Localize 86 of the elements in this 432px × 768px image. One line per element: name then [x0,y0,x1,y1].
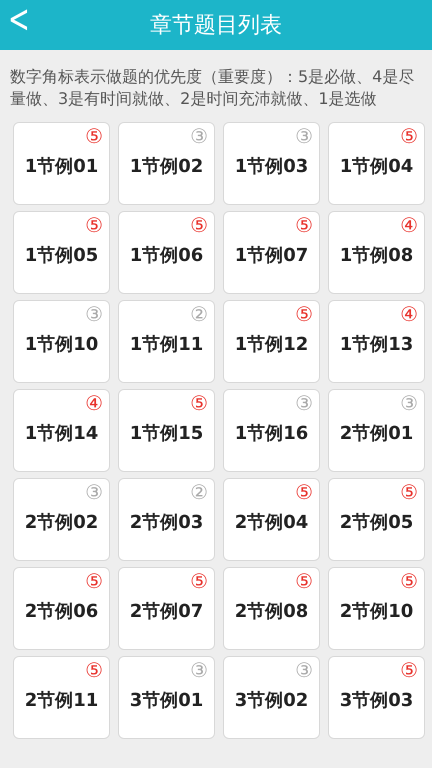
example-card[interactable]: ④ 1节例13 [328,300,425,383]
card-label: 1节例14 [24,422,98,444]
example-card[interactable]: ③ 1节例02 [118,122,215,205]
example-card[interactable]: ⑤ 3节例03 [328,656,425,739]
priority-number: ⑤ [190,214,208,236]
card-label: 2节例07 [130,600,204,622]
example-card[interactable]: ③ 2节例01 [328,389,425,472]
card-label: 1节例16 [234,422,308,444]
example-card[interactable]: ⑤ 2节例11 [13,656,110,739]
priority-number: ④ [85,392,103,414]
card-label: 2节例11 [24,688,98,712]
example-card[interactable]: ② 2节例03 [118,478,215,561]
priority-number: ③ [295,125,313,147]
card-label: 2节例06 [24,600,98,622]
card-label: 2节例05 [340,510,414,534]
example-card[interactable]: ③ 2节例02 [13,478,110,561]
card-label: 2节例04 [234,510,308,534]
example-card[interactable]: ⑤ 1节例06 [118,211,215,294]
example-card[interactable]: ⑤ 1节例01 [13,122,110,205]
card-label: 1节例01 [24,154,98,178]
page-title: 章节题目列表 [150,12,282,40]
priority-number: ④ [400,303,418,325]
priority-number: ③ [400,392,418,414]
card-label: 2节例01 [340,422,414,444]
example-card[interactable]: ⑤ 1节例15 [118,389,215,472]
priority-number: ⑤ [190,570,208,592]
priority-number: ③ [295,392,313,414]
card-label: 2节例02 [24,510,98,534]
card-label: 1节例10 [24,332,98,356]
card-label: 1节例03 [234,154,308,178]
priority-number: ⑤ [190,392,208,414]
card-label: 1节例08 [340,244,414,266]
priority-number: ③ [295,659,313,681]
example-card[interactable]: ③ 1节例03 [223,122,320,205]
example-card[interactable]: ③ 1节例16 [223,389,320,472]
priority-number: ⑤ [400,659,418,681]
example-card[interactable]: ⑤ 1节例12 [223,300,320,383]
priority-number: ⑤ [295,481,313,503]
card-label: 1节例05 [24,244,98,266]
example-card[interactable]: ③ 3节例01 [118,656,215,739]
example-card[interactable]: ③ 1节例10 [13,300,110,383]
card-label: 2节例03 [130,510,204,534]
example-card[interactable]: ⑤ 2节例10 [328,567,425,650]
example-card[interactable]: ③ 3节例02 [223,656,320,739]
priority-notice: 数字角标表示做题的优先度（重要度）：5是必做、4是尽量做、3是有时间就做、2是时间充沛就做、1是选做 [9,66,416,110]
priority-number: ② [190,303,208,325]
example-card[interactable]: ⑤ 1节例07 [223,211,320,294]
priority-number: ③ [85,303,103,325]
example-card[interactable]: ⑤ 2节例05 [328,478,425,561]
priority-number: ④ [400,214,418,236]
example-card[interactable]: ④ 1节例14 [13,389,110,472]
example-card[interactable]: ② 1节例11 [118,300,215,383]
card-label: 3节例01 [130,688,204,712]
priority-number: ③ [190,659,208,681]
priority-number: ⑤ [295,303,313,325]
example-card[interactable]: ⑤ 2节例07 [118,567,215,650]
priority-number: ⑤ [85,570,103,592]
example-card[interactable]: ⑤ 1节例05 [13,211,110,294]
example-card[interactable]: ⑤ 2节例04 [223,478,320,561]
card-label: 2节例08 [234,600,308,622]
example-card[interactable]: ⑤ 2节例06 [13,567,110,650]
card-label: 1节例06 [130,244,204,266]
example-card[interactable]: ⑤ 2节例08 [223,567,320,650]
priority-number: ② [190,481,208,503]
priority-number: ⑤ [400,481,418,503]
priority-number: ⑤ [85,125,103,147]
priority-number: ⑤ [295,214,313,236]
card-label: 1节例13 [340,332,414,356]
priority-number: ⑤ [85,659,103,681]
card-label: 3节例02 [234,688,308,712]
priority-number: ⑤ [85,214,103,236]
card-label: 3节例03 [340,688,414,712]
card-label: 1节例02 [130,154,204,178]
priority-number: ⑤ [295,570,313,592]
card-label: 1节例07 [234,244,308,266]
priority-number: ③ [190,125,208,147]
card-label: 1节例11 [130,332,204,356]
card-label: 1节例12 [234,332,308,356]
priority-number: ⑤ [400,570,418,592]
example-card[interactable]: ④ 1节例08 [328,211,425,294]
card-label: 2节例10 [340,600,414,622]
card-label: 1节例04 [340,154,414,178]
example-card[interactable]: ⑤ 1节例04 [328,122,425,205]
priority-number: ③ [85,481,103,503]
priority-number: ⑤ [400,125,418,147]
card-label: 1节例15 [130,422,204,444]
